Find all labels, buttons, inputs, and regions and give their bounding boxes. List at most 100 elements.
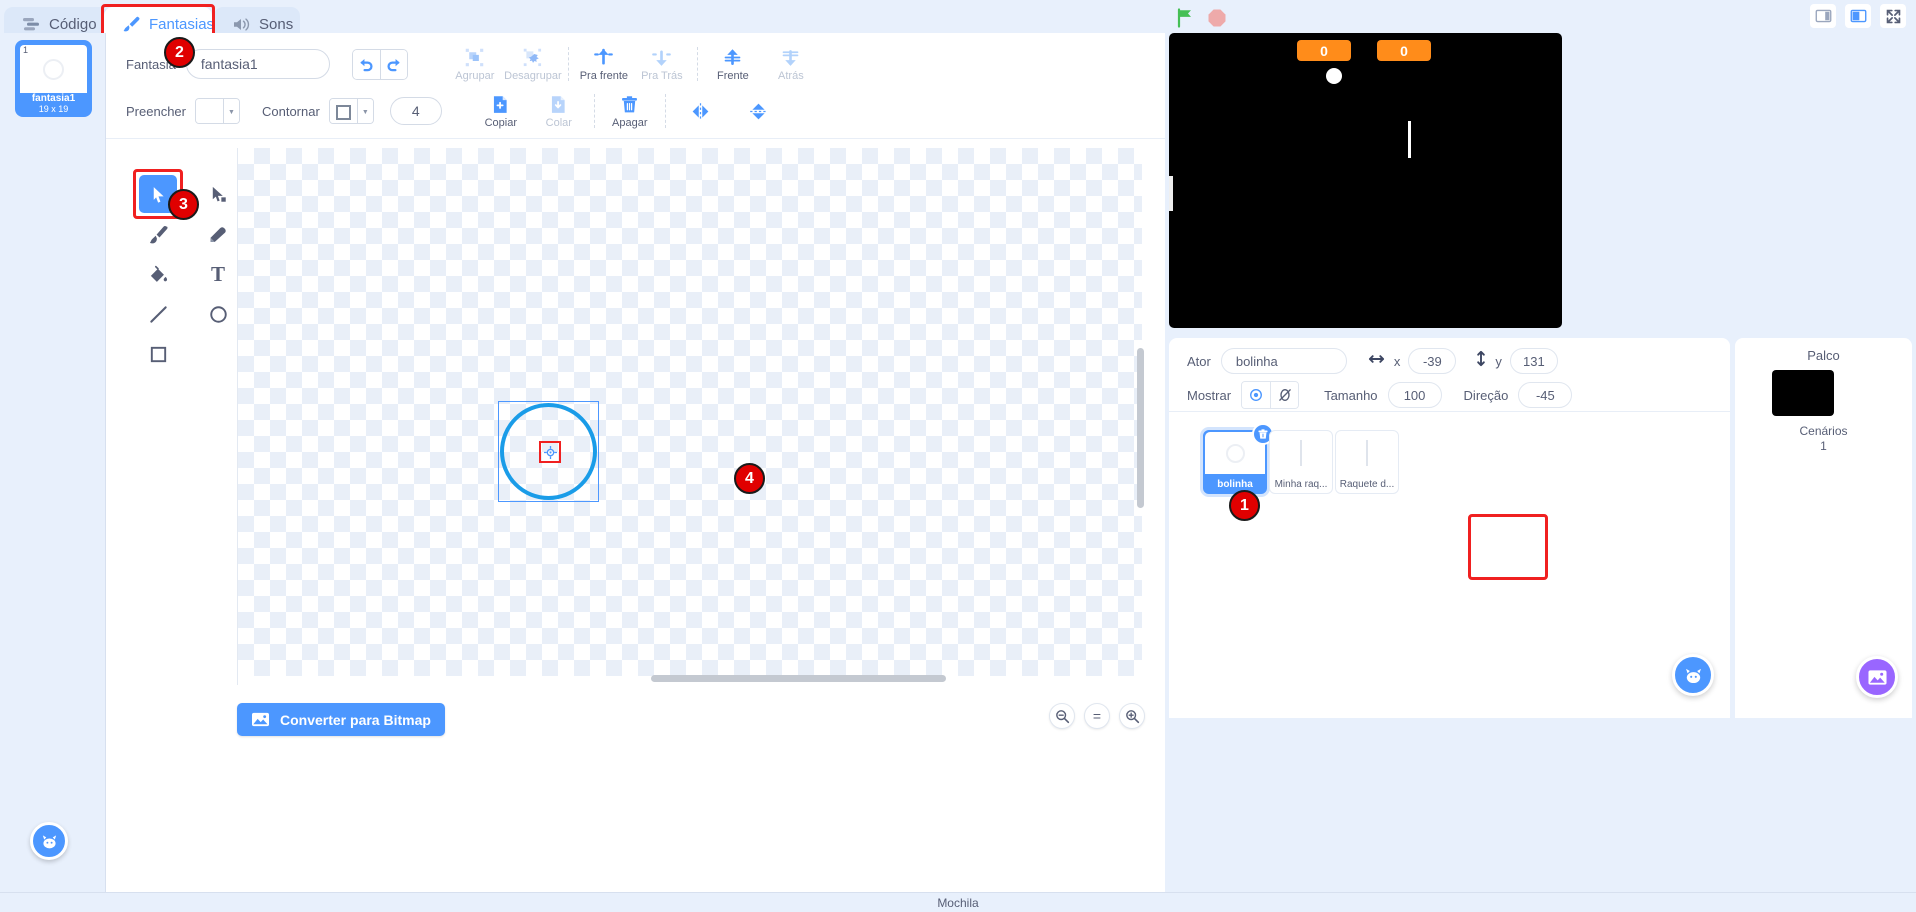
forward-button[interactable]: Pra frente <box>575 40 633 88</box>
fill-tool[interactable] <box>139 255 177 293</box>
backward-button[interactable]: Pra Trás <box>633 40 691 88</box>
convert-to-bitmap-button[interactable]: Converter para Bitmap <box>237 703 445 736</box>
crosshair-icon <box>543 445 557 459</box>
add-sprite-button[interactable] <box>1672 654 1714 696</box>
stage-sprite-ball[interactable] <box>1326 68 1342 84</box>
redo-icon <box>387 58 400 71</box>
copy-label: Copiar <box>484 116 517 129</box>
costume-name-input[interactable] <box>185 49 330 79</box>
undo-button[interactable] <box>352 49 380 79</box>
fullscreen-button[interactable] <box>1880 4 1906 28</box>
callout-3: 3 <box>168 189 199 220</box>
callout-2: 2 <box>164 37 195 68</box>
stop-button[interactable] <box>1207 8 1227 28</box>
group-icon <box>466 48 484 66</box>
costume-thumbnail <box>20 45 87 93</box>
tab-codigo-label: Código <box>49 16 97 33</box>
sprite-name-label: bolinha <box>1217 479 1253 490</box>
code-icon <box>22 16 41 33</box>
cat-add-icon <box>42 834 56 848</box>
sprite-info-panel: Ator x y Mostrar <box>1169 338 1730 412</box>
brush-icon <box>122 16 141 33</box>
fullscreen-icon <box>1886 9 1900 23</box>
paint-canvas[interactable] <box>237 148 1147 685</box>
redo-button[interactable] <box>379 49 407 79</box>
green-flag-button[interactable] <box>1175 7 1197 29</box>
zoom-in-button[interactable] <box>1119 703 1145 729</box>
stage-control-bar <box>1165 0 1916 33</box>
chevron-down-icon[interactable]: ▼ <box>356 99 373 123</box>
sprite-name-input[interactable] <box>1220 348 1347 374</box>
sprite-size-input[interactable] <box>1387 382 1442 408</box>
sprite-item-minha-raquete[interactable]: Minha raq... <box>1269 430 1333 494</box>
paintbrush-icon <box>149 225 168 243</box>
canvas-horizontal-scrollbar[interactable] <box>651 675 946 682</box>
back-button[interactable]: Atrás <box>762 40 820 88</box>
paste-button[interactable]: Colar <box>530 87 588 135</box>
ungroup-label: Desagrupar <box>504 69 562 82</box>
front-button[interactable]: Frente <box>704 40 762 88</box>
large-stage-button[interactable] <box>1845 4 1871 28</box>
copy-button[interactable]: Copiar <box>472 87 530 135</box>
line-tool[interactable] <box>139 295 177 333</box>
costume-index: 1 <box>23 45 29 55</box>
sprite-item-raquete-do[interactable]: Raquete d... <box>1335 430 1399 494</box>
paint-toolbar-row-2: Preencher ▼ Contornar ▼ Copiar <box>126 87 788 135</box>
paint-editor: Fantasia fantasia1 Agrupar Desagrupar Pr… <box>106 33 1165 893</box>
ungroup-button[interactable]: Desagrupar <box>504 40 562 88</box>
brush-tool[interactable] <box>139 215 177 253</box>
eye-icon <box>1250 389 1263 401</box>
sound-icon <box>232 16 251 33</box>
stage-sprite-paddle[interactable] <box>1408 121 1411 158</box>
cursor-arrow-icon <box>153 186 164 203</box>
canvas-vertical-scrollbar[interactable] <box>1137 348 1144 508</box>
add-costume-button[interactable] <box>30 822 68 860</box>
green-flag-icon <box>1177 8 1191 28</box>
direction-label: Direção <box>1463 387 1509 403</box>
outline-width-input[interactable] <box>389 97 442 125</box>
rectangle-tool[interactable] <box>139 335 177 373</box>
score-display-right: 0 <box>1377 40 1431 61</box>
small-stage-button[interactable] <box>1810 4 1836 28</box>
eraser-tool[interactable] <box>199 215 237 253</box>
text-tool[interactable]: T <box>199 255 237 293</box>
paint-bucket-icon <box>150 265 167 282</box>
show-sprite-button[interactable] <box>1242 382 1271 408</box>
sprite-thumbnail <box>1337 432 1397 474</box>
flip-horizontal-button[interactable] <box>672 87 730 135</box>
outline-label: Contornar <box>261 103 320 119</box>
zoom-out-button[interactable] <box>1049 703 1075 729</box>
stage-selector-panel: Palco Cenários 1 <box>1735 338 1912 718</box>
front-label: Frente <box>716 69 749 82</box>
flip-vertical-button[interactable] <box>730 87 788 135</box>
toolbar-divider <box>567 47 569 81</box>
outline-color-picker[interactable]: ▼ <box>328 98 374 124</box>
backpack-bar[interactable]: Mochila <box>0 892 1916 912</box>
stage-backdrop-thumbnail[interactable] <box>1772 370 1834 416</box>
circle-tool[interactable] <box>199 295 237 333</box>
group-button[interactable]: Agrupar <box>446 40 504 88</box>
delete-button[interactable]: Apagar <box>601 87 659 135</box>
paste-label: Colar <box>545 116 572 129</box>
add-backdrop-button[interactable] <box>1856 656 1898 698</box>
actor-label: Ator <box>1187 353 1211 369</box>
image-icon <box>252 712 269 727</box>
sprite-direction-input[interactable] <box>1518 382 1573 408</box>
reshape-tool[interactable] <box>199 175 237 213</box>
toolbar-divider <box>664 94 666 128</box>
fill-color-picker[interactable]: ▼ <box>194 98 240 124</box>
hide-sprite-button[interactable] <box>1270 382 1299 408</box>
chevron-down-icon[interactable]: ▼ <box>222 99 239 123</box>
sprite-item-bolinha[interactable]: bolinha <box>1203 423 1274 494</box>
zoom-reset-button[interactable]: = <box>1084 703 1110 729</box>
costume-size-label: 19 x 19 <box>38 104 69 114</box>
paint-toolbar: Fantasia fantasia1 Agrupar Desagrupar Pr… <box>106 33 1165 139</box>
visibility-row: Mostrar Tamanho 100 Direção -45 <box>1187 381 1573 409</box>
costume-list-item[interactable]: 1 fantasia1 19 x 19 <box>18 43 89 114</box>
large-stage-icon <box>1850 9 1866 23</box>
tab-fantasias-label: Fantasias <box>149 16 215 33</box>
sprite-y-input[interactable] <box>1509 348 1558 374</box>
sprite-x-input[interactable] <box>1408 348 1457 374</box>
stage[interactable]: 0 0 <box>1169 33 1562 328</box>
score-display-left: 0 <box>1297 40 1351 61</box>
